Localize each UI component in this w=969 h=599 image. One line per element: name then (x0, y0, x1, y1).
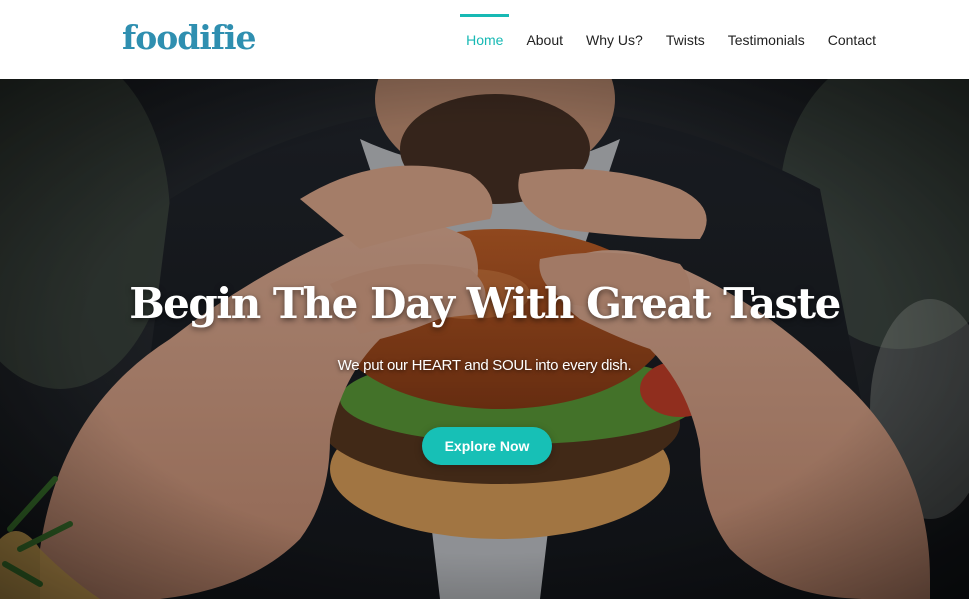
nav-twists[interactable]: Twists (660, 0, 711, 79)
nav-about[interactable]: About (520, 0, 569, 79)
nav-why-us[interactable]: Why Us? (580, 0, 649, 79)
hero-subtitle: We put our HEART and SOUL into every dis… (337, 357, 632, 374)
hero-title: Begin The Day With Great Taste (129, 279, 841, 328)
nav-home[interactable]: Home (460, 0, 510, 79)
main-nav: Home About Why Us? Twists Testimonials C… (449, 0, 882, 79)
nav-testimonials[interactable]: Testimonials (722, 0, 811, 79)
hero-section: Begin The Day With Great Taste We put ou… (0, 79, 969, 599)
hero-overlay (0, 79, 969, 599)
site-header: foodifie Home About Why Us? Twists Testi… (0, 0, 969, 79)
nav-contact[interactable]: Contact (822, 0, 882, 79)
logo[interactable]: foodifie (122, 18, 257, 58)
explore-now-button[interactable]: Explore Now (422, 427, 552, 465)
